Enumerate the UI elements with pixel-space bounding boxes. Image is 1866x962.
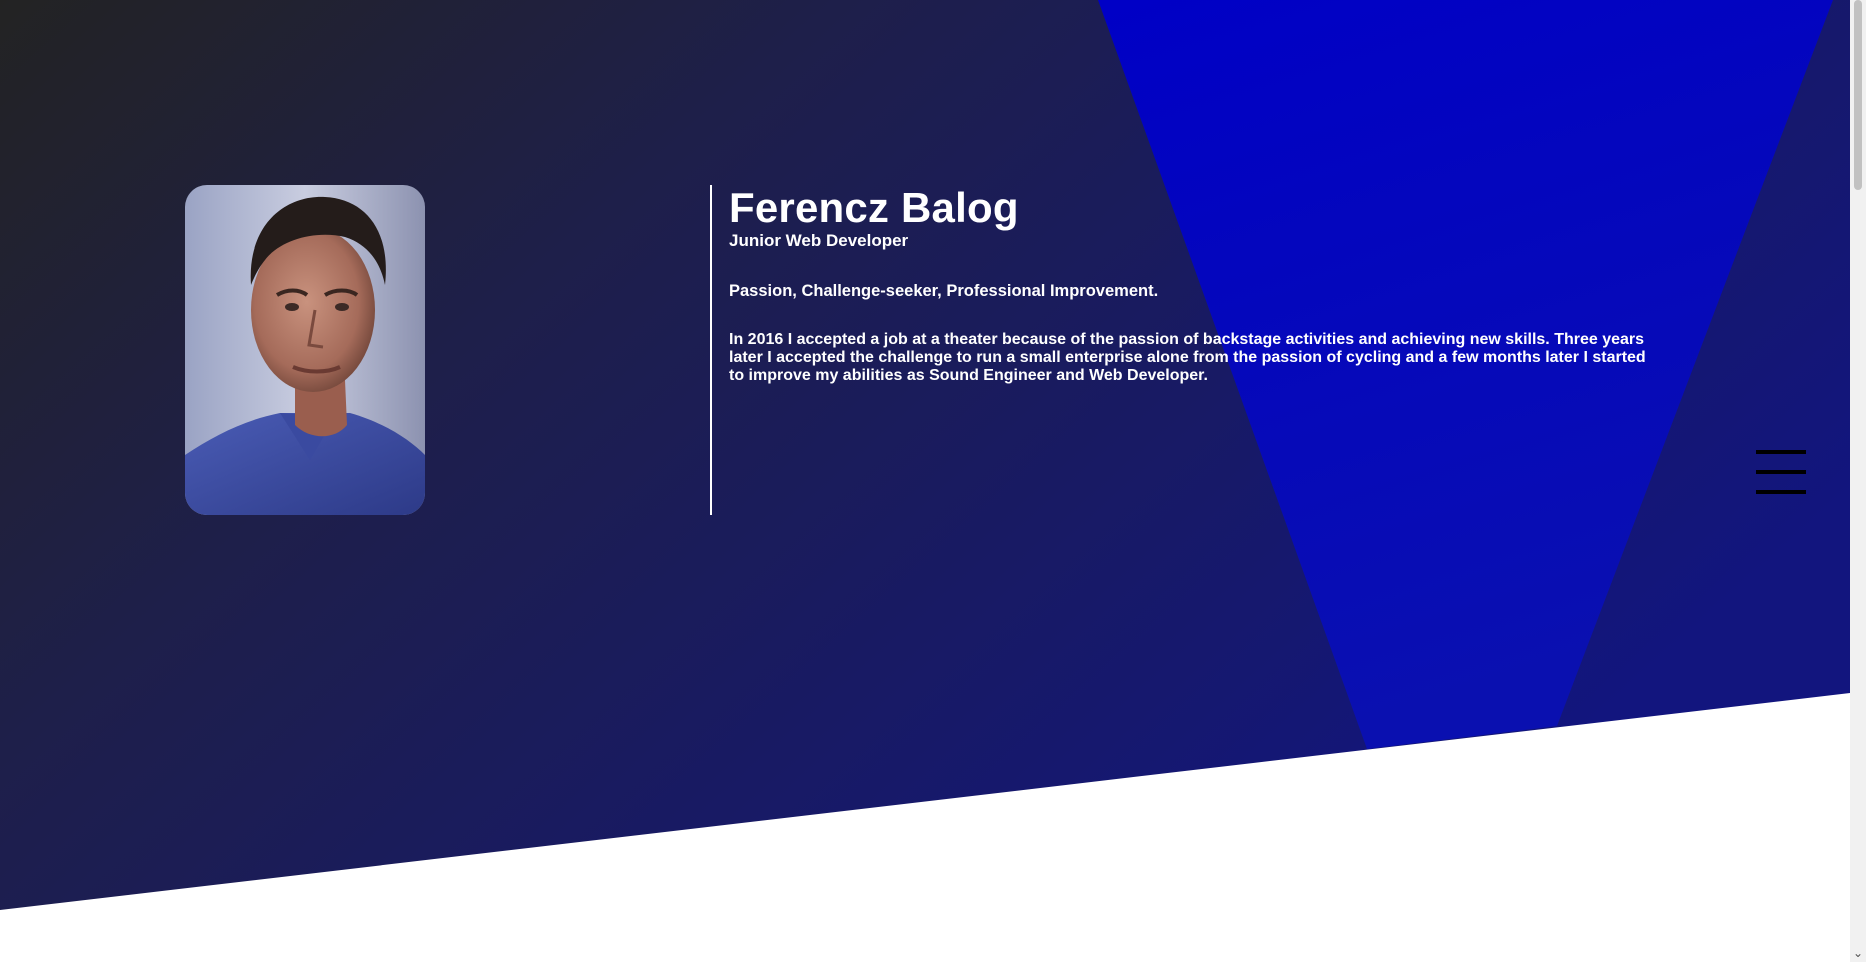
profile-role: Junior Web Developer bbox=[729, 231, 909, 250]
menu-bar-top bbox=[1756, 450, 1806, 454]
profile-tagline: Passion, Challenge-seeker, Professional … bbox=[729, 282, 1159, 300]
page-scrollbar[interactable]: ⌄ bbox=[1850, 0, 1866, 962]
chevron-down-icon[interactable]: ⌄ bbox=[1850, 944, 1866, 962]
page-viewport: Ferencz Balog Junior Web Developer Passi… bbox=[0, 0, 1850, 962]
hamburger-menu-icon[interactable] bbox=[1756, 448, 1806, 496]
menu-bar-middle bbox=[1756, 470, 1806, 474]
menu-bar-bottom bbox=[1756, 490, 1806, 494]
vertical-divider bbox=[710, 185, 712, 515]
profile-photo bbox=[185, 185, 425, 515]
intro-section: Ferencz Balog Junior Web Developer Passi… bbox=[729, 185, 1659, 385]
profile-bio: In 2016 I accepted a job at a theater be… bbox=[729, 331, 1646, 384]
profile-name: Ferencz Balog bbox=[729, 184, 1019, 231]
scrollbar-thumb[interactable] bbox=[1854, 0, 1862, 190]
